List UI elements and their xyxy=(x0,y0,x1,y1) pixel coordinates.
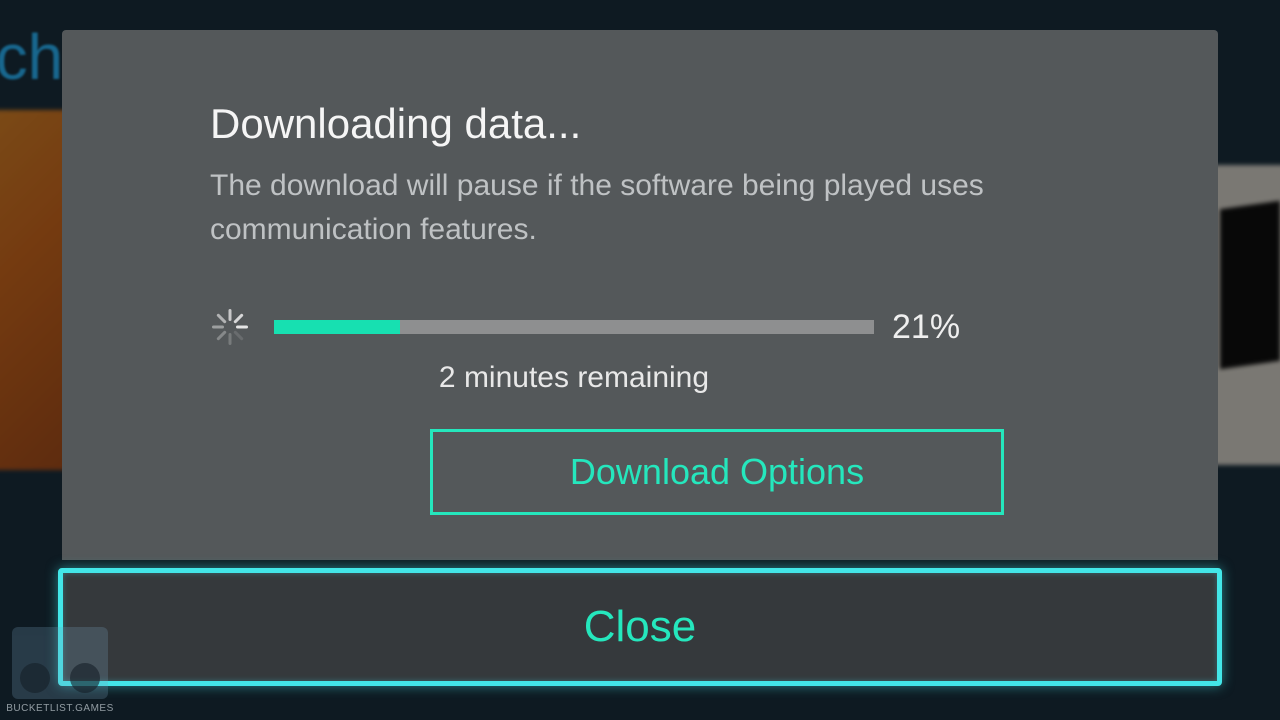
progress-bar-fill xyxy=(274,320,400,334)
progress-row: 21% xyxy=(210,307,1118,347)
time-remaining-label: 2 minutes remaining xyxy=(274,361,874,395)
gamepad-icon xyxy=(12,627,108,699)
download-options-button[interactable]: Download Options xyxy=(430,429,1004,515)
watermark-text: BUCKETLIST.GAMES xyxy=(6,703,113,714)
progress-bar xyxy=(274,320,874,334)
download-dialog: Downloading data... The download will pa… xyxy=(62,30,1218,560)
dialog-message: The download will pause if the software … xyxy=(210,164,1090,251)
dialog-title: Downloading data... xyxy=(210,100,1118,148)
watermark: BUCKETLIST.GAMES xyxy=(10,614,110,714)
background-game-tile-right xyxy=(1210,165,1280,465)
progress-percent-label: 21% xyxy=(892,308,960,347)
close-button[interactable]: Close xyxy=(58,568,1222,686)
loading-spinner-icon xyxy=(210,307,250,347)
background-partial-title: nch xyxy=(0,20,63,94)
